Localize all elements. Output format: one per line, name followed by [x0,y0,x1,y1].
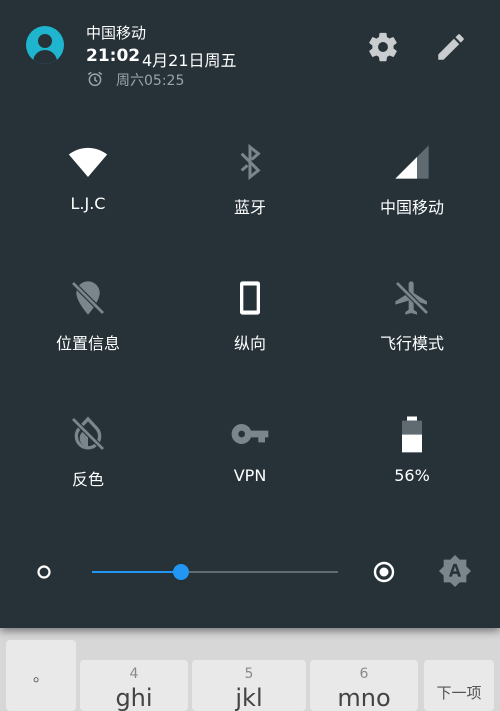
tile-cellular[interactable]: 中国移动 [329,130,495,250]
tile-invert-colors-label: 反色 [71,470,104,489]
date-text[interactable]: 4月21日周五 [142,47,237,71]
vpn-key-icon [231,424,269,444]
brightness-low-icon [37,565,51,579]
wifi-icon [68,147,108,177]
tile-rotation[interactable]: 纵向 [167,266,333,386]
battery-icon [402,416,422,453]
tile-bluetooth-label: 蓝牙 [233,198,266,217]
key-jkl-letters: jkl [235,684,263,711]
key-next-label: 下一项 [436,684,482,702]
carrier-name: 中国移动 [86,24,147,42]
invert-colors-off-icon [71,416,105,451]
tile-location-label: 位置信息 [55,334,120,353]
key-next[interactable]: 下一项 [424,660,494,711]
tile-location[interactable]: 位置信息 [5,266,171,386]
key-jkl-number: 5 [244,666,254,682]
airplane-icon [395,281,429,315]
key-jkl[interactable]: 5 jkl [192,660,306,711]
tile-cellular-label: 中国移动 [379,198,444,217]
tile-rotation-label: 纵向 [233,334,266,353]
clock-time[interactable]: 21:02 [86,46,140,66]
key-punctuation-label: 。 [32,666,49,685]
auto-brightness-icon[interactable] [438,554,472,588]
key-mno-letters: mno [337,684,391,711]
key-ghi-letters: ghi [115,684,153,711]
location-off-icon [71,281,105,315]
cellular-signal-icon [395,145,429,179]
key-ghi[interactable]: 4 ghi [80,660,188,711]
next-alarm-text[interactable]: 周六05:25 [116,70,184,90]
bluetooth-off-icon [240,143,261,181]
settings-gear-icon[interactable] [366,30,400,64]
tile-wifi-label: L.J.C [70,194,106,213]
key-ghi-number: 4 [129,666,139,682]
quick-settings-panel: 中国移动 21:02 4月21日周五 周六05:25 L.J.C 蓝牙 中国移动… [0,0,500,628]
tile-bluetooth[interactable]: 蓝牙 [167,130,333,250]
brightness-high-icon [373,561,395,583]
key-mno-number: 6 [359,666,369,682]
tile-airplane[interactable]: 飞行模式 [329,266,495,386]
tile-invert-colors[interactable]: 反色 [5,402,171,522]
user-avatar-icon[interactable] [26,26,64,64]
key-mno[interactable]: 6 mno [310,660,418,711]
brightness-slider-fill [92,571,181,573]
tile-battery-label: 56% [394,466,430,485]
brightness-slider[interactable] [92,564,338,580]
tile-airplane-label: 飞行模式 [379,334,444,353]
brightness-slider-thumb[interactable] [172,564,189,580]
tile-wifi[interactable]: L.J.C [5,130,171,250]
brightness-row [0,540,500,604]
tile-battery[interactable]: 56% [329,402,495,522]
tile-vpn-label: VPN [233,466,267,485]
edit-pencil-icon[interactable] [434,30,468,64]
tile-vpn[interactable]: VPN [167,402,333,522]
alarm-clock-icon [87,71,103,87]
portrait-phone-icon [240,281,260,315]
key-punctuation[interactable]: 。 [6,640,76,711]
status-header: 中国移动 21:02 4月21日周五 周六05:25 [0,0,500,110]
